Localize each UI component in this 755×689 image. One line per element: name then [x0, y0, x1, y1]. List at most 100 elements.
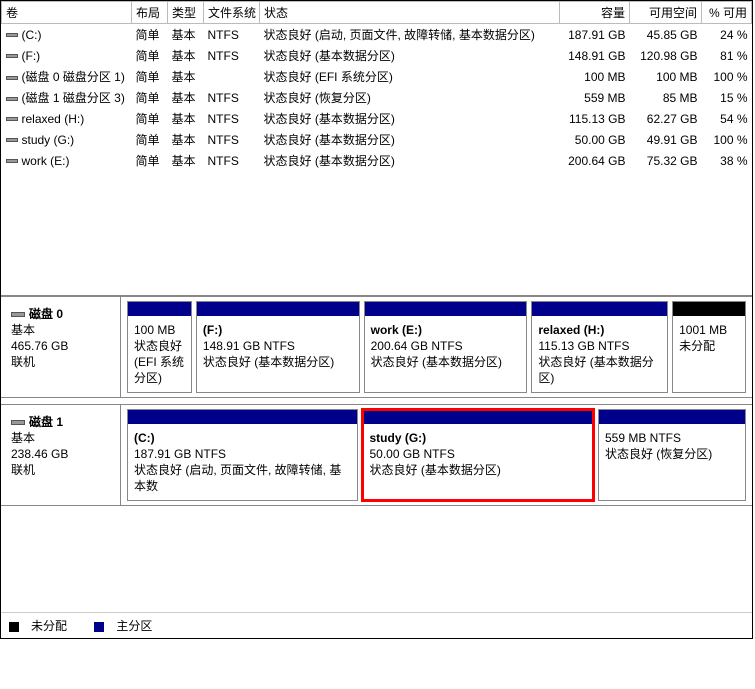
- table-row[interactable]: (磁盘 0 磁盘分区 1)简单基本状态良好 (EFI 系统分区)100 MB10…: [2, 66, 752, 87]
- legend-primary: 主分区: [94, 619, 164, 633]
- cell-free: 45.85 GB: [630, 24, 702, 46]
- disk-type: 基本: [11, 430, 110, 446]
- swatch-unallocated: [9, 622, 19, 632]
- disk-info[interactable]: 磁盘 1基本238.46 GB联机: [1, 405, 121, 505]
- table-row[interactable]: work (E:)简单基本NTFS状态良好 (基本数据分区)200.64 GB7…: [2, 150, 752, 171]
- cell-type: 基本: [168, 45, 204, 66]
- cell-fs: NTFS: [204, 45, 260, 66]
- partition[interactable]: (F:)148.91 GB NTFS状态良好 (基本数据分区): [196, 301, 360, 393]
- table-row[interactable]: relaxed (H:)简单基本NTFS状态良好 (基本数据分区)115.13 …: [2, 108, 752, 129]
- partition[interactable]: work (E:)200.64 GB NTFS状态良好 (基本数据分区): [364, 301, 528, 393]
- table-row[interactable]: (F:)简单基本NTFS状态良好 (基本数据分区)148.91 GB120.98…: [2, 45, 752, 66]
- partition-label: (C:): [134, 430, 351, 446]
- volume-icon: [6, 33, 18, 37]
- spacer: [1, 512, 752, 612]
- cell-status: 状态良好 (基本数据分区): [260, 129, 560, 150]
- disk-info[interactable]: 磁盘 0基本465.76 GB联机: [1, 297, 121, 397]
- partition-size: 187.91 GB NTFS: [134, 446, 351, 462]
- disk-state: 联机: [11, 354, 110, 370]
- partition-status: 未分配: [679, 338, 739, 354]
- volume-table: 卷 布局 类型 文件系统 状态 容量 可用空间 % 可用 (C:)简单基本NTF…: [1, 1, 752, 171]
- cell-status: 状态良好 (基本数据分区): [260, 45, 560, 66]
- partition-header: [532, 302, 667, 316]
- disk-row: 磁盘 0基本465.76 GB联机100 MB状态良好 (EFI 系统分区)(F…: [1, 296, 752, 398]
- partition-status: 状态良好 (基本数据分区): [369, 462, 586, 478]
- cell-fs: NTFS: [204, 24, 260, 46]
- partition[interactable]: (C:)187.91 GB NTFS状态良好 (启动, 页面文件, 故障转储, …: [127, 409, 358, 501]
- col-filesystem[interactable]: 文件系统: [204, 2, 260, 24]
- cell-layout: 简单: [132, 150, 168, 171]
- disk-size: 238.46 GB: [11, 446, 110, 462]
- cell-fs: NTFS: [204, 87, 260, 108]
- partition-size: 50.00 GB NTFS: [369, 446, 586, 462]
- table-row[interactable]: study (G:)简单基本NTFS状态良好 (基本数据分区)50.00 GB4…: [2, 129, 752, 150]
- volume-header-row[interactable]: 卷 布局 类型 文件系统 状态 容量 可用空间 % 可用: [2, 2, 752, 24]
- partition-header: [673, 302, 745, 316]
- volume-icon: [6, 54, 18, 58]
- col-type[interactable]: 类型: [168, 2, 204, 24]
- partition-header: [599, 410, 745, 424]
- partition-label: relaxed (H:): [538, 322, 661, 338]
- partition-status: 状态良好 (EFI 系统分区): [134, 338, 185, 386]
- partition-size: 100 MB: [134, 322, 185, 338]
- cell-capacity: 200.64 GB: [560, 150, 630, 171]
- partition-strip: 100 MB状态良好 (EFI 系统分区)(F:)148.91 GB NTFS状…: [121, 297, 752, 397]
- cell-pct: 38 %: [702, 150, 752, 171]
- col-free[interactable]: 可用空间: [630, 2, 702, 24]
- volume-list: 卷 布局 类型 文件系统 状态 容量 可用空间 % 可用 (C:)简单基本NTF…: [1, 1, 752, 296]
- cell-type: 基本: [168, 108, 204, 129]
- partition-status: 状态良好 (基本数据分区): [538, 354, 661, 386]
- cell-capacity: 100 MB: [560, 66, 630, 87]
- cell-status: 状态良好 (基本数据分区): [260, 108, 560, 129]
- volume-icon: [6, 97, 18, 101]
- cell-status: 状态良好 (基本数据分区): [260, 150, 560, 171]
- swatch-primary: [94, 622, 104, 632]
- partition-body: study (G:)50.00 GB NTFS状态良好 (基本数据分区): [363, 424, 592, 500]
- partition-status: 状态良好 (启动, 页面文件, 故障转储, 基本数: [134, 462, 351, 494]
- cell-status: 状态良好 (恢复分区): [260, 87, 560, 108]
- partition-status: 状态良好 (基本数据分区): [203, 354, 353, 370]
- table-row[interactable]: (磁盘 1 磁盘分区 3)简单基本NTFS状态良好 (恢复分区)559 MB85…: [2, 87, 752, 108]
- disk-state: 联机: [11, 462, 110, 478]
- cell-type: 基本: [168, 24, 204, 46]
- partition[interactable]: 100 MB状态良好 (EFI 系统分区): [127, 301, 192, 393]
- col-percent[interactable]: % 可用: [702, 2, 752, 24]
- cell-layout: 简单: [132, 108, 168, 129]
- graphical-view: 磁盘 0基本465.76 GB联机100 MB状态良好 (EFI 系统分区)(F…: [1, 296, 752, 506]
- volume-name: (C:): [22, 28, 42, 42]
- partition[interactable]: study (G:)50.00 GB NTFS状态良好 (基本数据分区): [362, 409, 593, 501]
- cell-free: 49.91 GB: [630, 129, 702, 150]
- partition[interactable]: 1001 MB未分配: [672, 301, 746, 393]
- cell-pct: 24 %: [702, 24, 752, 46]
- cell-status: 状态良好 (EFI 系统分区): [260, 66, 560, 87]
- cell-pct: 81 %: [702, 45, 752, 66]
- disk-size: 465.76 GB: [11, 338, 110, 354]
- col-volume[interactable]: 卷: [2, 2, 132, 24]
- cell-fs: NTFS: [204, 129, 260, 150]
- cell-capacity: 50.00 GB: [560, 129, 630, 150]
- partition-body: (F:)148.91 GB NTFS状态良好 (基本数据分区): [197, 316, 359, 392]
- volume-icon: [6, 159, 18, 163]
- volume-name: work (E:): [22, 154, 70, 168]
- cell-free: 85 MB: [630, 87, 702, 108]
- disk-name: 磁盘 0: [29, 307, 63, 321]
- partition[interactable]: 559 MB NTFS状态良好 (恢复分区): [598, 409, 746, 501]
- partition-header: [363, 410, 592, 424]
- col-layout[interactable]: 布局: [132, 2, 168, 24]
- col-status[interactable]: 状态: [260, 2, 560, 24]
- partition-status: 状态良好 (恢复分区): [605, 446, 739, 462]
- table-row[interactable]: (C:)简单基本NTFS状态良好 (启动, 页面文件, 故障转储, 基本数据分区…: [2, 24, 752, 46]
- cell-type: 基本: [168, 66, 204, 87]
- cell-free: 75.32 GB: [630, 150, 702, 171]
- partition[interactable]: relaxed (H:)115.13 GB NTFS状态良好 (基本数据分区): [531, 301, 668, 393]
- volume-icon: [6, 138, 18, 142]
- partition-label: work (E:): [371, 322, 521, 338]
- cell-pct: 15 %: [702, 87, 752, 108]
- partition-header: [128, 410, 357, 424]
- cell-layout: 简单: [132, 66, 168, 87]
- volume-name: study (G:): [22, 133, 75, 147]
- volume-name: relaxed (H:): [22, 112, 85, 126]
- partition-status: 状态良好 (基本数据分区): [371, 354, 521, 370]
- col-capacity[interactable]: 容量: [560, 2, 630, 24]
- cell-free: 100 MB: [630, 66, 702, 87]
